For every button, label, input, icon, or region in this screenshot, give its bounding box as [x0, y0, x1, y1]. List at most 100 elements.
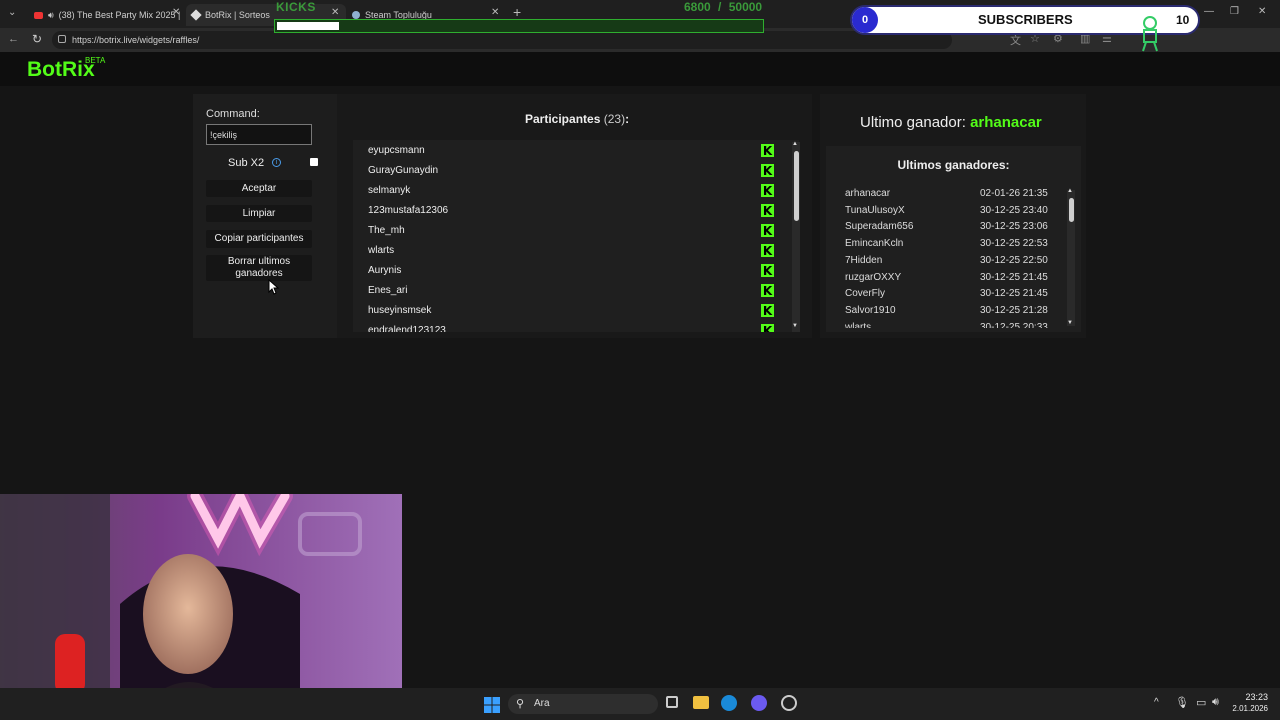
participants-scrollbar-thumb[interactable]	[794, 151, 799, 221]
close-tab-icon[interactable]: ✕	[491, 7, 499, 18]
file-explorer-icon[interactable]	[693, 696, 709, 709]
winner-date: 30-12-25 23:40	[980, 204, 1048, 216]
steam-icon	[352, 11, 360, 19]
beta-badge: BETA	[85, 56, 106, 65]
tab-label: (38) The Best Party Mix 2025 |	[58, 10, 181, 20]
clear-button[interactable]: Limpiar	[206, 205, 312, 222]
winner-date: 30-12-25 22:53	[980, 238, 1048, 250]
close-tab-icon[interactable]: ✕	[331, 7, 339, 18]
winners-scrollbar-thumb[interactable]	[1069, 198, 1074, 222]
kicks-separator: /	[718, 0, 722, 14]
winner-date: 30-12-25 21:45	[980, 288, 1048, 300]
scroll-down-icon[interactable]: ▼	[1067, 320, 1073, 326]
copy-participants-button[interactable]: Copiar participantes	[206, 230, 312, 248]
info-icon[interactable]: i	[272, 158, 281, 167]
winner-name: 7Hidden	[845, 254, 883, 266]
minimize-icon[interactable]: —	[1204, 6, 1214, 17]
winner-date: 30-12-25 20:33	[980, 321, 1048, 328]
search-icon: ⚲	[516, 698, 525, 710]
tray-chevron-icon[interactable]: ^	[1154, 697, 1159, 708]
reload-icon[interactable]: ↻	[32, 32, 42, 46]
winner-name: TunaUlusoyX	[845, 204, 905, 216]
kick-platform-icon: K	[761, 183, 774, 198]
kick-platform-icon: K	[761, 203, 774, 218]
winner-date: 30-12-25 22:50	[980, 254, 1048, 266]
last-winner: Ultimo ganador: arhanacar	[860, 114, 1042, 131]
volume-icon[interactable]: 🔊︎	[1212, 696, 1219, 709]
url-field[interactable]: https://botrix.live/widgets/raffles/	[52, 31, 952, 49]
participants-title-text: Participantes	[525, 112, 601, 126]
youtube-icon	[34, 11, 43, 19]
taskbar: ⚲ Ara ^ 🎙︎ ▭ 🔊︎ 23:23 2.01.2026	[0, 688, 1280, 720]
participants-list[interactable]: eyupcsmann K GurayGunaydin Kselmanyk K 123mus…	[353, 140, 799, 332]
discord-icon[interactable]	[751, 695, 767, 711]
kick-platform-icon: K	[761, 283, 774, 298]
participant-row: 123mustafa12306	[368, 205, 449, 216]
botrix-favicon-icon	[190, 9, 202, 21]
search-placeholder: Ara	[534, 698, 550, 709]
sub-x2-checkbox[interactable]	[310, 158, 318, 166]
winner-name: CoverFly	[845, 288, 886, 300]
kick-platform-icon: K	[761, 263, 774, 278]
winner-date: 30-12-25 21:28	[980, 304, 1048, 316]
clock-date[interactable]: 2.01.2026	[1226, 704, 1268, 713]
speaker-icon[interactable]: 🔊︎	[48, 10, 54, 21]
participant-row: Enes_ari	[368, 285, 408, 296]
subscribers-label: SUBSCRIBERS	[978, 12, 1073, 27]
winner-name: arhanacar	[845, 188, 891, 199]
back-icon[interactable]: ←	[8, 33, 19, 45]
windows-start-icon[interactable]	[484, 697, 500, 713]
scroll-down-icon[interactable]: ▼	[792, 323, 798, 329]
winners-title: Ultimos ganadores:	[897, 158, 1010, 172]
accept-button[interactable]: Aceptar	[206, 180, 312, 197]
close-window-icon[interactable]: ✕	[1258, 6, 1266, 17]
network-icon[interactable]: ▭	[1196, 696, 1206, 709]
kick-platform-icon: K	[761, 243, 774, 258]
participant-row: Aurynis	[368, 265, 402, 276]
command-label: Command:	[206, 108, 260, 120]
kick-platform-icon: K	[761, 303, 774, 318]
app-header	[0, 52, 1280, 86]
participants-count: (23)	[603, 112, 626, 126]
delete-last-winners-button[interactable]: Borrar ultimos ganadores	[206, 255, 312, 281]
kicks-current: 6800	[684, 0, 711, 14]
microphone-icon[interactable]: 🎙︎	[1175, 696, 1189, 709]
clock-time[interactable]: 23:23	[1234, 692, 1268, 702]
subscribers-current-count: 0	[852, 7, 878, 33]
maximize-icon[interactable]: ❐	[1230, 6, 1239, 17]
new-tab-icon[interactable]: +	[513, 4, 521, 20]
kick-platform-icon: K	[761, 143, 774, 158]
edge-browser-icon[interactable]	[721, 695, 737, 711]
participants-colon: :	[625, 112, 630, 126]
winners-list[interactable]: arhanacar 02-01-26 21:35 TunaUlusoyX 30-12-…	[836, 186, 1068, 328]
winner-name: Superadam656	[845, 221, 914, 233]
subscribers-goal-count: 10	[1176, 13, 1190, 27]
winner-date: 02-01-26 21:35	[980, 188, 1048, 199]
winner-date: 30-12-25 21:45	[980, 271, 1048, 283]
tab-party-mix[interactable]: 🔊︎ (38) The Best Party Mix 2025 |	[28, 4, 184, 26]
kicks-progress-bar	[274, 19, 764, 33]
participant-row: wlarts	[368, 245, 395, 256]
taskbar-search[interactable]: ⚲ Ara	[508, 694, 658, 714]
kick-platform-icon: K	[761, 163, 774, 178]
tab-list-icon[interactable]: ⌄	[8, 7, 16, 18]
kicks-goal: 50000	[728, 0, 763, 14]
kicks-count: 6800 / 50000	[684, 0, 762, 14]
task-view-icon[interactable]	[666, 696, 678, 708]
scroll-up-icon[interactable]: ▲	[792, 141, 798, 147]
close-tab-icon[interactable]: ✕	[172, 7, 180, 18]
winner-name: EmincanKcln	[845, 238, 904, 250]
mascot-logo-icon	[1140, 16, 1160, 52]
scroll-up-icon[interactable]: ▲	[1067, 188, 1073, 194]
participant-row: selmanyk	[368, 185, 411, 196]
webcam-overlay	[0, 494, 402, 720]
participant-row: The_mh	[368, 225, 405, 236]
url-text: https://botrix.live/widgets/raffles/	[72, 35, 200, 45]
command-input[interactable]	[206, 124, 312, 145]
participant-row: eyupcsmann	[368, 145, 425, 156]
app-icon[interactable]	[781, 695, 797, 711]
mouse-cursor-icon	[268, 278, 280, 300]
sub-x2-label: Sub X2	[228, 157, 265, 169]
site-info-icon[interactable]	[58, 35, 66, 43]
participants-title: Participantes (23):	[525, 112, 629, 126]
